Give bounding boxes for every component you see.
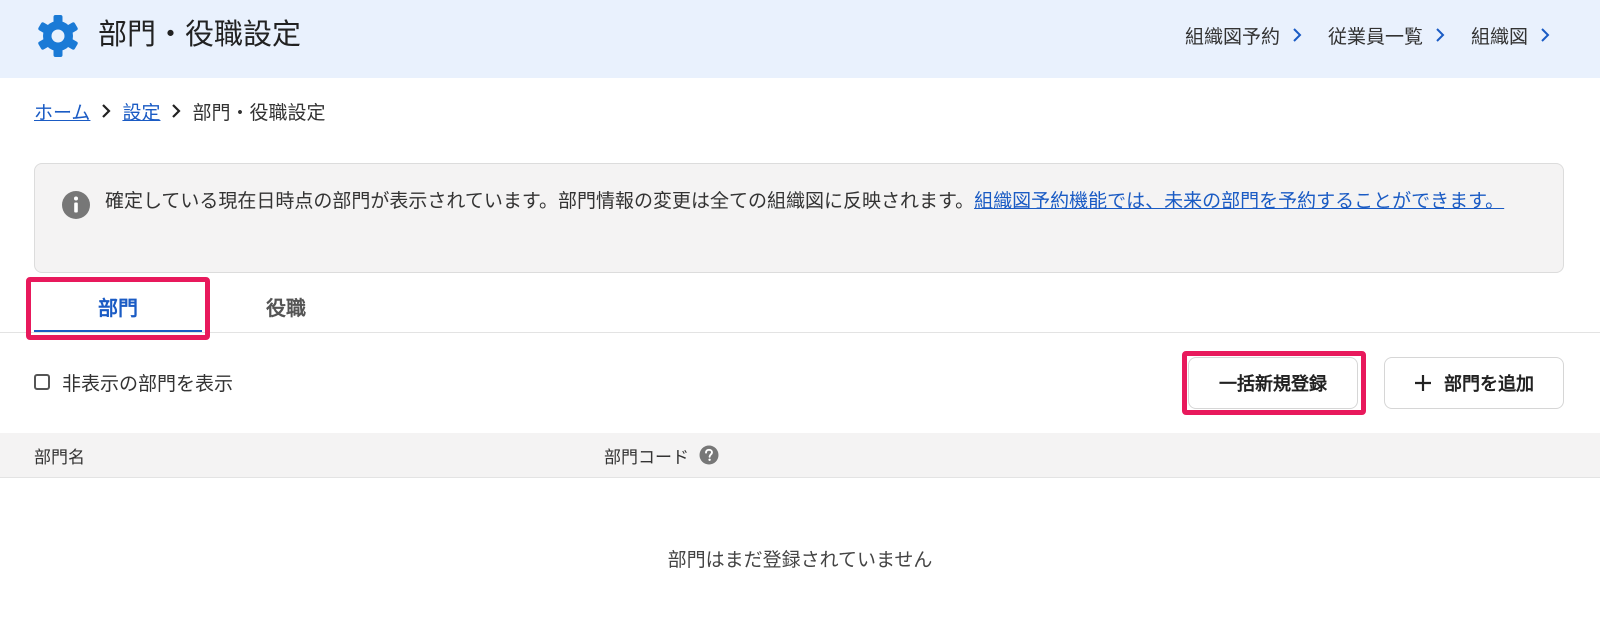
gear-icon bbox=[38, 15, 78, 57]
nav-link-employee-list[interactable]: 従業員一覧 bbox=[1328, 22, 1445, 49]
chevron-right-icon bbox=[102, 104, 111, 118]
nav-link-org-chart[interactable]: 組織図 bbox=[1471, 22, 1550, 49]
nav-link-label: 組織図予約 bbox=[1184, 25, 1280, 48]
breadcrumb-home[interactable]: ホーム bbox=[34, 98, 90, 125]
add-department-label: 部門を追加 bbox=[1444, 374, 1534, 395]
info-text: 確定している現在日時点の部門が表示されています。部門情報の変更は全ての組織図に反… bbox=[105, 186, 1525, 217]
chevron-right-icon bbox=[1436, 28, 1445, 42]
plus-icon bbox=[1415, 375, 1431, 391]
breadcrumb: ホーム 設定 部門・役職設定 bbox=[34, 96, 325, 126]
breadcrumb-current: 部門・役職設定 bbox=[192, 101, 326, 124]
chevron-right-icon bbox=[1293, 28, 1302, 42]
table-header: 部門名 部門コード bbox=[0, 433, 1600, 478]
header-nav: 組織図予約 従業員一覧 組織図 bbox=[1185, 20, 1550, 50]
column-header-name: 部門名 bbox=[34, 433, 85, 477]
page-header: 部門・役職設定 組織図予約 従業員一覧 組織図 bbox=[0, 0, 1600, 78]
empty-state-message: 部門はまだ登録されていません bbox=[667, 549, 933, 571]
column-header-code: 部門コード bbox=[604, 433, 719, 477]
page-title: 部門・役職設定 bbox=[98, 17, 302, 51]
add-department-button[interactable]: 部門を追加 bbox=[1384, 357, 1564, 409]
info-message: 確定している現在日時点の部門が表示されています。部門情報の変更は全ての組織図に反… bbox=[105, 190, 975, 212]
show-hidden-departments-checkbox[interactable]: 非表示の部門を表示 bbox=[34, 367, 233, 397]
column-header-label: 部門コード bbox=[604, 447, 689, 468]
nav-link-label: 従業員一覧 bbox=[1327, 25, 1423, 48]
info-notice: 確定している現在日時点の部門が表示されています。部門情報の変更は全ての組織図に反… bbox=[34, 163, 1564, 273]
chevron-right-icon bbox=[172, 104, 182, 118]
tab-position[interactable]: 役職 bbox=[202, 280, 370, 332]
nav-link-org-chart-reservation[interactable]: 組織図予約 bbox=[1185, 22, 1302, 49]
tab-bar: 部門 役職 bbox=[0, 280, 1600, 334]
nav-link-label: 組織図 bbox=[1470, 25, 1528, 48]
info-link-reservation[interactable]: 組織図予約機能では、未来の部門を予約することができます。 bbox=[974, 190, 1504, 212]
info-icon bbox=[62, 191, 90, 219]
breadcrumb-settings[interactable]: 設定 bbox=[122, 98, 160, 125]
help-icon[interactable] bbox=[699, 445, 719, 465]
highlight-frame bbox=[26, 277, 210, 340]
highlight-frame bbox=[1182, 351, 1366, 415]
chevron-right-icon bbox=[1541, 28, 1550, 42]
checkbox-icon[interactable] bbox=[34, 374, 50, 390]
checkbox-label: 非表示の部門を表示 bbox=[62, 372, 234, 395]
tab-divider bbox=[0, 332, 1600, 333]
column-header-label: 部門名 bbox=[34, 447, 85, 468]
